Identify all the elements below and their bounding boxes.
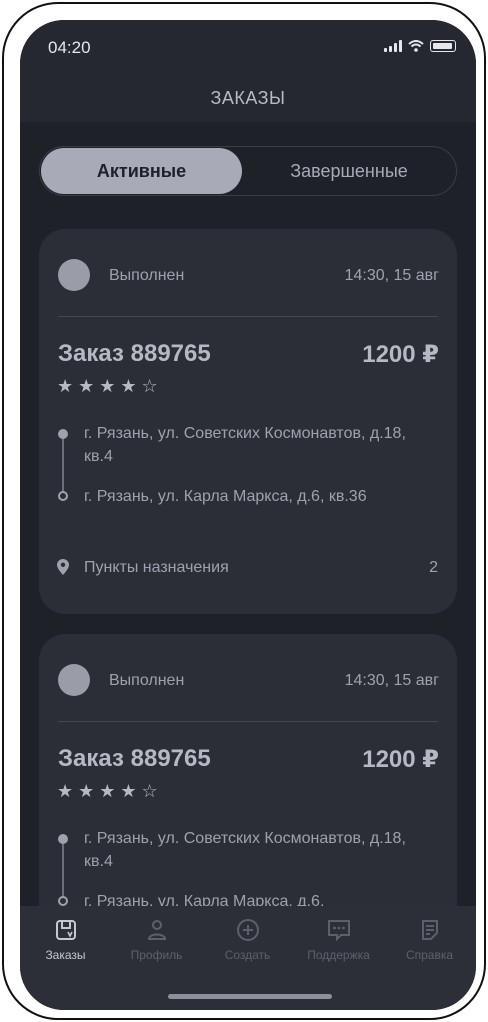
battery-icon bbox=[430, 40, 456, 52]
wifi-icon bbox=[408, 40, 424, 52]
order-title: Заказ 889765 bbox=[58, 745, 211, 772]
profile-icon bbox=[147, 920, 166, 940]
phone-frame: 04:20 ЗАКАЗЫ Активные Завершенные Выполн… bbox=[2, 2, 486, 1020]
document-icon bbox=[421, 920, 438, 940]
nav-create[interactable]: Создать bbox=[202, 918, 293, 962]
rating-stars: ★ ★ ★ ★ ☆ bbox=[57, 781, 158, 801]
app-screen: 04:20 ЗАКАЗЫ Активные Завершенные Выполн… bbox=[20, 20, 476, 1010]
status-indicator bbox=[58, 259, 90, 291]
order-status: Выполнен bbox=[109, 672, 185, 689]
divider bbox=[58, 316, 438, 317]
order-price: 1200 ₽ bbox=[362, 746, 439, 773]
rating-stars: ★ ★ ★ ★ ☆ bbox=[57, 376, 158, 396]
nav-orders[interactable]: Заказы bbox=[20, 918, 111, 962]
signal-icon bbox=[384, 40, 402, 52]
nav-support[interactable]: Поддержка bbox=[293, 918, 384, 962]
route-end-icon bbox=[58, 491, 68, 501]
status-indicator bbox=[58, 664, 90, 696]
orders-icon bbox=[55, 920, 76, 940]
destinations-count: 2 bbox=[429, 559, 438, 576]
plus-circle-icon bbox=[236, 919, 259, 941]
order-time: 14:30, 15 авг bbox=[344, 267, 439, 284]
nav-label: Профиль bbox=[130, 948, 183, 962]
divider bbox=[58, 721, 438, 722]
route-end-icon bbox=[58, 896, 68, 906]
order-price: 1200 ₽ bbox=[362, 341, 439, 368]
tab-active[interactable]: Активные bbox=[41, 148, 242, 194]
location-pin-icon bbox=[57, 559, 69, 575]
nav-label: Поддержка bbox=[307, 948, 370, 962]
route-start-icon bbox=[58, 429, 68, 439]
tab-completed[interactable]: Завершенные bbox=[242, 148, 456, 194]
nav-label: Заказы bbox=[45, 948, 86, 962]
route-line bbox=[62, 841, 64, 903]
address-from: г. Рязань, ул. Советских Космонавтов, д.… bbox=[84, 830, 406, 870]
bottom-navigation: Заказы Профиль Создать Поддержка Справка bbox=[20, 906, 476, 1010]
address-to: г. Рязань, ул. Карла Маркса, д.6, кв.36 bbox=[84, 488, 367, 505]
chat-icon bbox=[327, 920, 350, 942]
route-line bbox=[62, 436, 64, 498]
page-title: ЗАКАЗЫ bbox=[210, 88, 286, 108]
home-indicator[interactable] bbox=[168, 994, 332, 999]
top-bar: 04:20 ЗАКАЗЫ bbox=[20, 20, 476, 122]
status-time: 04:20 bbox=[48, 38, 91, 57]
order-card[interactable]: Выполнен 14:30, 15 авг Заказ 889765 1200… bbox=[39, 229, 457, 614]
address-from: г. Рязань, ул. Советских Космонавтов, д.… bbox=[84, 425, 406, 465]
order-status: Выполнен bbox=[109, 267, 185, 284]
nav-help[interactable]: Справка bbox=[384, 918, 475, 962]
order-time: 14:30, 15 авг bbox=[344, 672, 439, 689]
route-start-icon bbox=[58, 834, 68, 844]
orders-tabs: Активные Завершенные bbox=[39, 146, 457, 196]
nav-profile[interactable]: Профиль bbox=[111, 918, 202, 962]
destinations-label: Пункты назначения bbox=[84, 559, 229, 576]
nav-label: Справка bbox=[405, 948, 454, 962]
status-icons bbox=[384, 40, 456, 52]
nav-label: Создать bbox=[224, 948, 271, 962]
order-title: Заказ 889765 bbox=[58, 340, 211, 367]
